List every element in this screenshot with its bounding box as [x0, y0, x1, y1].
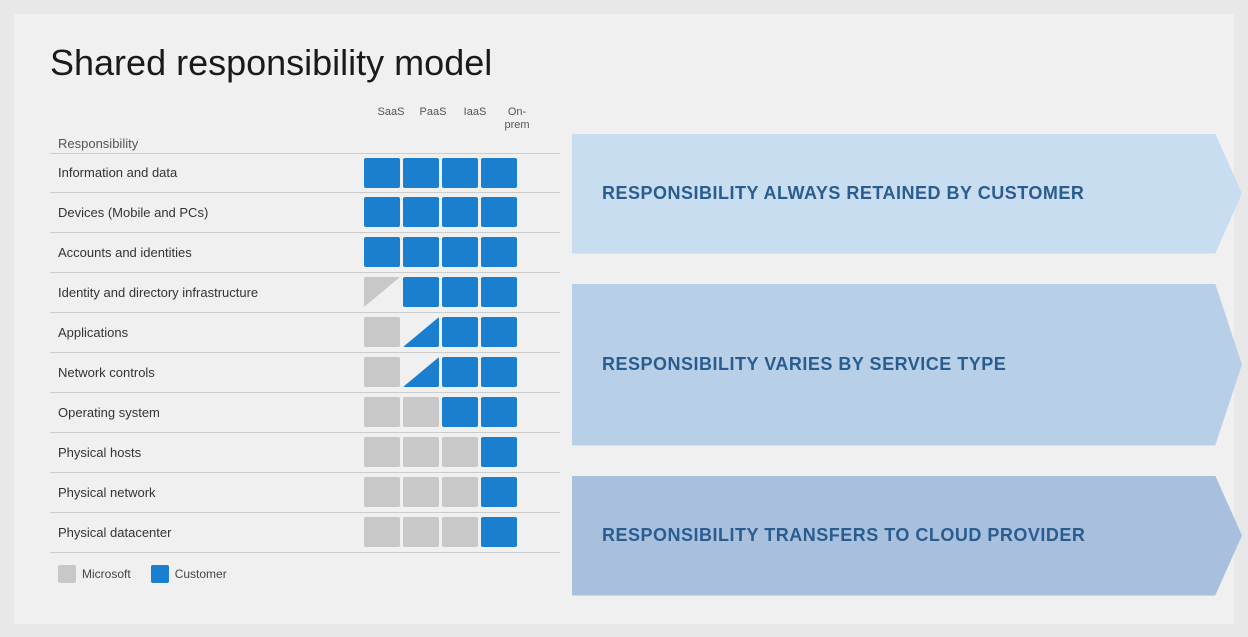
row-label: Physical network — [50, 485, 360, 500]
col-iaas: IaaS — [454, 106, 496, 132]
cell — [403, 477, 439, 507]
cell — [481, 317, 517, 347]
content-area: SaaS PaaS IaaS On-prem Responsibility In… — [50, 106, 1198, 596]
row-cells — [360, 517, 517, 547]
arrow-body-2: RESPONSIBILITY VARIES BY SERVICE TYPE — [572, 284, 1242, 446]
table-row: Devices (Mobile and PCs) — [50, 193, 560, 233]
cell — [442, 517, 478, 547]
arrow-varies: RESPONSIBILITY VARIES BY SERVICE TYPE — [572, 284, 1242, 446]
row-label: Information and data — [50, 165, 360, 180]
cell — [364, 517, 400, 547]
row-cells — [360, 357, 517, 387]
arrow-retained: RESPONSIBILITY ALWAYS RETAINED BY CUSTOM… — [572, 134, 1242, 254]
row-cells — [360, 237, 517, 267]
table-rows: Information and data Devices (Mobile and… — [50, 153, 560, 553]
col-saas: SaaS — [370, 106, 412, 132]
row-label: Accounts and identities — [50, 245, 360, 260]
slide: Shared responsibility model SaaS PaaS Ia… — [14, 14, 1234, 624]
cell — [442, 277, 478, 307]
row-label: Applications — [50, 325, 360, 340]
cell — [481, 437, 517, 467]
legend-customer: Customer — [151, 565, 227, 583]
responsibility-table: SaaS PaaS IaaS On-prem Responsibility In… — [50, 106, 560, 596]
row-label: Identity and directory infrastructure — [50, 285, 360, 300]
cell — [481, 237, 517, 267]
row-label: Physical hosts — [50, 445, 360, 460]
cell — [403, 397, 439, 427]
arrow-body-3: RESPONSIBILITY TRANSFERS TO CLOUD PROVID… — [572, 476, 1242, 596]
page-title: Shared responsibility model — [50, 42, 1198, 84]
cell-half — [403, 317, 439, 347]
responsibility-header-label: Responsibility — [50, 136, 560, 151]
legend-microsoft: Microsoft — [58, 565, 131, 583]
cell-half — [403, 357, 439, 387]
legend-customer-box — [151, 565, 169, 583]
table-row: Accounts and identities — [50, 233, 560, 273]
cell — [442, 317, 478, 347]
cell — [364, 317, 400, 347]
legend: Microsoft Customer — [50, 565, 560, 583]
row-cells — [360, 277, 517, 307]
cell — [481, 277, 517, 307]
row-label: Devices (Mobile and PCs) — [50, 205, 360, 220]
row-label: Network controls — [50, 365, 360, 380]
col-paas: PaaS — [412, 106, 454, 132]
arrow-transfers: RESPONSIBILITY TRANSFERS TO CLOUD PROVID… — [572, 476, 1242, 596]
column-headers: SaaS PaaS IaaS On-prem — [50, 106, 560, 132]
row-cells — [360, 317, 517, 347]
table-row: Operating system — [50, 393, 560, 433]
cell — [481, 517, 517, 547]
cell — [481, 477, 517, 507]
arrow-text-1: RESPONSIBILITY ALWAYS RETAINED BY CUSTOM… — [602, 182, 1084, 205]
cell — [442, 437, 478, 467]
cell — [403, 158, 439, 188]
row-cells — [360, 158, 517, 188]
cell — [481, 197, 517, 227]
arrow-text-3: RESPONSIBILITY TRANSFERS TO CLOUD PROVID… — [602, 524, 1085, 547]
legend-microsoft-box — [58, 565, 76, 583]
legend-microsoft-label: Microsoft — [82, 567, 131, 581]
cell — [364, 357, 400, 387]
cell — [403, 277, 439, 307]
cell — [403, 517, 439, 547]
row-cells — [360, 437, 517, 467]
cell — [364, 397, 400, 427]
arrow-text-2: RESPONSIBILITY VARIES BY SERVICE TYPE — [602, 353, 1006, 376]
cell — [442, 197, 478, 227]
cell — [442, 158, 478, 188]
table-row: Information and data — [50, 153, 560, 193]
cell — [442, 397, 478, 427]
table-row: Applications — [50, 313, 560, 353]
arrows-section: RESPONSIBILITY ALWAYS RETAINED BY CUSTOM… — [560, 106, 1242, 596]
cell — [403, 197, 439, 227]
table-row: Network controls — [50, 353, 560, 393]
row-cells — [360, 397, 517, 427]
table-row: Physical network — [50, 473, 560, 513]
cell — [403, 237, 439, 267]
row-label: Physical datacenter — [50, 525, 360, 540]
cell — [364, 197, 400, 227]
cell — [442, 357, 478, 387]
cell — [442, 477, 478, 507]
cell — [481, 357, 517, 387]
cell — [442, 237, 478, 267]
row-label: Operating system — [50, 405, 360, 420]
col-onprem: On-prem — [496, 106, 538, 132]
row-cells — [360, 197, 517, 227]
table-row: Identity and directory infrastructure — [50, 273, 560, 313]
arrow-body-1: RESPONSIBILITY ALWAYS RETAINED BY CUSTOM… — [572, 134, 1242, 254]
cell — [481, 158, 517, 188]
table-row: Physical hosts — [50, 433, 560, 473]
cell — [364, 158, 400, 188]
row-cells — [360, 477, 517, 507]
cell — [364, 477, 400, 507]
cell — [481, 397, 517, 427]
table-row: Physical datacenter — [50, 513, 560, 553]
cell — [364, 237, 400, 267]
cell — [403, 437, 439, 467]
legend-customer-label: Customer — [175, 567, 227, 581]
cell-half — [364, 277, 400, 307]
cell — [364, 437, 400, 467]
